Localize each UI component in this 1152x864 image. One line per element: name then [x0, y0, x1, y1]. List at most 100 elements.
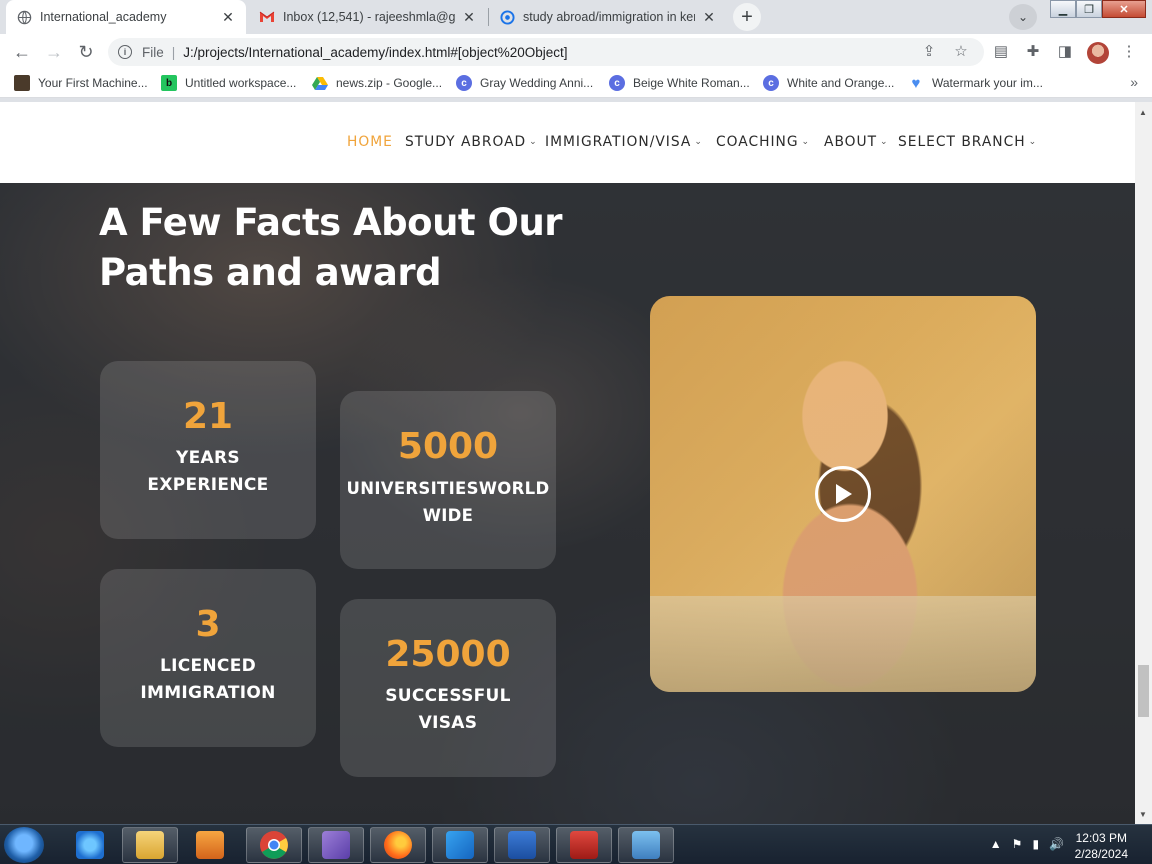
close-tab-icon[interactable]: ✕ [220, 9, 236, 26]
bookmark-item[interactable]: b Untitled workspace... [161, 75, 296, 91]
bookmark-item[interactable]: Your First Machine... [14, 75, 148, 91]
bookmark-icon [14, 75, 30, 91]
play-icon [836, 484, 852, 504]
tab-international-academy[interactable]: International_academy ✕ [6, 0, 246, 34]
close-window-button[interactable]: ✕ [1102, 0, 1146, 18]
bookmark-item[interactable]: c Gray Wedding Anni... [456, 75, 593, 91]
arrow-left-icon: ← [13, 41, 31, 62]
media-player-icon[interactable] [182, 827, 238, 863]
nav-label: STUDY ABROAD [405, 134, 527, 150]
extensions-icon[interactable]: ✚ [1022, 40, 1044, 62]
tab-gmail-inbox[interactable]: Inbox (12,541) - rajeeshmla@gmail.com ✕ [249, 0, 487, 34]
clock-time: 12:03 PM [1075, 831, 1127, 845]
arrow-right-icon: → [45, 41, 63, 62]
close-tab-icon[interactable]: ✕ [461, 9, 477, 26]
page-scrollbar[interactable]: ▲ ▼ [1135, 102, 1152, 824]
minimize-button[interactable]: ▁ [1050, 0, 1076, 18]
reload-icon: ↻ [78, 41, 94, 62]
scheme-label: File [142, 44, 164, 60]
canva-icon: c [763, 75, 779, 91]
gmail-icon [259, 9, 275, 25]
fact-card: 3 LICENCED IMMIGRATION [100, 569, 316, 747]
volume-icon[interactable]: 🔊 [1049, 837, 1064, 851]
workspace-icon: b [161, 75, 177, 91]
fact-label: YEARS EXPERIENCE [147, 448, 269, 495]
action-center-icon[interactable]: ⚑ [1012, 837, 1023, 851]
scrollbar-thumb[interactable] [1138, 665, 1149, 717]
internet-explorer-icon[interactable] [62, 827, 118, 863]
info-icon[interactable]: i [118, 45, 132, 59]
bookmark-label: Watermark your im... [932, 76, 1043, 90]
close-tab-icon[interactable]: ✕ [701, 9, 717, 26]
start-orb-icon[interactable] [4, 827, 44, 863]
divider: | [171, 44, 176, 60]
nav-select-branch[interactable]: SELECT BRANCH ⌄ [898, 134, 1037, 150]
video-thumbnail[interactable] [650, 296, 1036, 692]
fact-number: 5000 [397, 426, 499, 467]
profile-avatar[interactable] [1087, 42, 1109, 64]
bookmarks-bar: Your First Machine... b Untitled workspa… [0, 70, 1152, 98]
bookmark-item[interactable]: news.zip - Google... [312, 75, 442, 91]
scroll-up-icon[interactable]: ▲ [1139, 108, 1147, 117]
nav-home[interactable]: HOME [347, 134, 393, 150]
chrome-icon[interactable] [246, 827, 302, 863]
vscode-icon[interactable] [432, 827, 488, 863]
site-icon [499, 9, 515, 25]
nav-coaching[interactable]: COACHING ⌄ [716, 134, 810, 150]
site-header: HOME STUDY ABROAD ⌄ IMMIGRATION/VISA ⌄ COA… [0, 102, 1135, 183]
tab-study-abroad[interactable]: study abroad/immigration in kerala ✕ [489, 0, 727, 34]
chevron-down-icon: ⌄ [1028, 137, 1038, 147]
bookmark-item[interactable]: c White and Orange... [763, 75, 894, 91]
system-clock[interactable]: 12:03 PM 2/28/2024 [1075, 830, 1128, 862]
bookmark-label: Gray Wedding Anni... [480, 76, 594, 90]
plus-icon: + [741, 5, 753, 28]
url-text: J:/projects/International_academy/index.… [183, 44, 568, 60]
tab-strip: International_academy ✕ Inbox (12,541) -… [0, 0, 1152, 34]
word-icon[interactable] [494, 827, 550, 863]
heading-line: Paths and award [99, 251, 442, 294]
fact-number: 3 [195, 604, 221, 645]
network-icon[interactable]: ▮ [1032, 837, 1039, 851]
star-icon[interactable]: ☆ [950, 40, 972, 62]
fact-label: SUCCESSFUL VISAS [385, 686, 511, 733]
forward-button[interactable]: → [42, 40, 66, 64]
chevron-down-icon: ⌄ [801, 137, 811, 147]
file-explorer-icon[interactable] [122, 827, 178, 863]
nav-study-abroad[interactable]: STUDY ABROAD ⌄ [405, 134, 538, 150]
new-tab-button[interactable]: + [733, 3, 761, 31]
share-icon[interactable]: ⇪ [918, 40, 940, 62]
fact-number: 25000 [385, 634, 511, 675]
video-image-detail [650, 596, 1036, 692]
chevron-down-icon: ⌄ [529, 137, 538, 147]
play-button[interactable] [815, 466, 871, 522]
fact-card: 25000 SUCCESSFUL VISAS [340, 599, 556, 777]
chevron-down-icon: ⌄ [1017, 10, 1029, 24]
page-viewport: HOME STUDY ABROAD ⌄ IMMIGRATION/VISA ⌄ COA… [0, 102, 1135, 824]
photo-viewer-icon[interactable] [618, 827, 674, 863]
side-panel-icon[interactable]: ◨ [1054, 40, 1076, 62]
firefox-icon[interactable] [370, 827, 426, 863]
heart-icon: ♥ [911, 74, 921, 92]
address-bar[interactable]: i File | J:/projects/International_acade… [108, 38, 984, 66]
nav-about[interactable]: ABOUT ⌄ [824, 134, 889, 150]
scroll-down-icon[interactable]: ▼ [1139, 810, 1147, 819]
tab-search-button[interactable]: ⌄ [1009, 4, 1037, 30]
menu-kebab-icon[interactable]: ⋮ [1118, 40, 1140, 62]
nav-label: ABOUT [824, 134, 878, 150]
reading-list-icon[interactable]: ▤ [990, 40, 1012, 62]
chevron-down-icon: ⌄ [880, 137, 889, 147]
nav-immigration-visa[interactable]: IMMIGRATION/VISA ⌄ [545, 134, 703, 150]
reload-button[interactable]: ↻ [74, 40, 98, 64]
back-button[interactable]: ← [10, 40, 34, 64]
tab-title: study abroad/immigration in kerala [523, 10, 695, 24]
visual-studio-icon[interactable] [308, 827, 364, 863]
bookmark-item[interactable]: ♥ Watermark your im... [908, 74, 1043, 92]
bookmark-label: news.zip - Google... [336, 76, 443, 90]
more-bookmarks-icon[interactable]: » [1130, 74, 1138, 90]
autocad-icon[interactable] [556, 827, 612, 863]
nav-label: SELECT BRANCH [898, 134, 1026, 150]
fact-card: 21 YEARS EXPERIENCE [100, 361, 316, 539]
show-hidden-icons-icon[interactable]: ▲ [990, 837, 1002, 851]
bookmark-item[interactable]: c Beige White Roman... [609, 75, 750, 91]
maximize-button[interactable]: ❐ [1076, 0, 1102, 18]
